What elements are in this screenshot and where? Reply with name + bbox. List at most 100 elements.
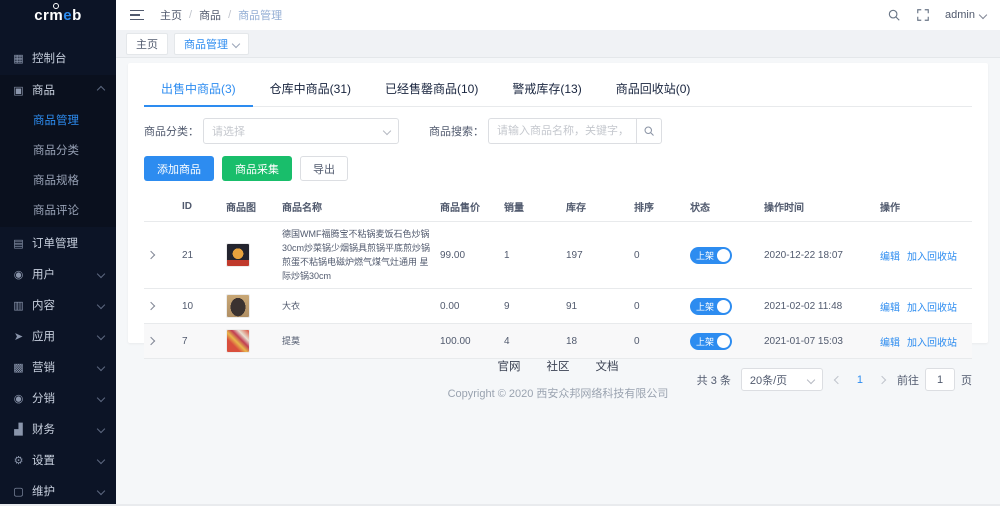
sidebar-item-settings[interactable]: ⚙ 设置 — [0, 445, 116, 475]
current-page[interactable]: 1 — [853, 374, 867, 386]
sidebar-item-maintenance[interactable]: ▢ 维护 — [0, 476, 116, 506]
page-size-select[interactable]: 20条/页 — [741, 368, 823, 391]
user-menu[interactable]: admin — [945, 9, 986, 21]
col-sort: 排序 — [630, 192, 686, 222]
cell-name: 提莫 — [278, 324, 436, 359]
search-submit-button[interactable] — [636, 118, 662, 144]
collect-goods-button[interactable]: 商品采集 — [222, 156, 292, 181]
chevron-down-icon — [97, 363, 105, 371]
edit-link[interactable]: 编辑 — [880, 252, 900, 263]
sidebar-subitem-label: 商品评论 — [33, 202, 79, 218]
menu-toggle-icon[interactable] — [130, 10, 144, 21]
tag-label: 主页 — [136, 36, 158, 52]
tab-on-sale[interactable]: 出售中商品(3) — [144, 71, 253, 107]
search-label: 商品搜索： — [429, 123, 484, 139]
tab-low-stock[interactable]: 警戒库存(13) — [495, 71, 598, 106]
sidebar-item-goods[interactable]: ▣ 商品 — [0, 75, 116, 105]
prev-page-button[interactable] — [833, 374, 843, 386]
status-toggle[interactable]: 上架 — [690, 298, 732, 315]
fullscreen-icon[interactable] — [916, 8, 930, 22]
sidebar-item-users[interactable]: ◉ 用户 — [0, 259, 116, 289]
search-box — [488, 118, 662, 144]
goods-search-input[interactable] — [488, 118, 636, 144]
sidebar-item-distribution[interactable]: ◉ 分销 — [0, 383, 116, 413]
toggle-knob — [717, 335, 730, 348]
sidebar-item-goods-spec[interactable]: 商品规格 — [0, 165, 116, 195]
toggle-knob — [717, 300, 730, 313]
table-row: 10 大衣 0.00 9 91 0 上架 2021-02-02 11:48 编辑… — [144, 289, 972, 324]
sidebar-item-goods-manage[interactable]: 商品管理 — [0, 105, 116, 135]
sidebar-item-finance[interactable]: ▟ 财务 — [0, 414, 116, 444]
edit-link[interactable]: 编辑 — [880, 303, 900, 314]
goods-tabs: 出售中商品(3) 仓库中商品(31) 已经售罄商品(10) 警戒库存(13) 商… — [144, 71, 972, 107]
cell-sales: 9 — [500, 289, 562, 324]
status-toggle[interactable]: 上架 — [690, 333, 732, 350]
cell-sort: 0 — [630, 222, 686, 289]
sidebar-group-goods: ▣ 商品 商品管理 商品分类 商品规格 商品评论 — [0, 75, 116, 227]
footer-links: 官网 社区 文档 — [116, 358, 1000, 374]
add-goods-button[interactable]: 添加商品 — [144, 156, 214, 181]
tab-sold-out[interactable]: 已经售罄商品(10) — [368, 71, 495, 106]
tab-in-warehouse[interactable]: 仓库中商品(31) — [253, 71, 368, 106]
product-thumbnail[interactable] — [226, 294, 250, 318]
sidebar-item-label: 控制台 — [32, 50, 67, 66]
cell-sales: 4 — [500, 324, 562, 359]
footer-link-community[interactable]: 社区 — [547, 358, 570, 374]
category-placeholder: 请选择 — [212, 123, 245, 139]
footer-link-docs[interactable]: 文档 — [596, 358, 619, 374]
cell-id: 21 — [178, 222, 222, 289]
distribution-icon: ◉ — [12, 392, 25, 405]
expand-row-icon[interactable] — [147, 250, 155, 258]
page-footer: 官网 社区 文档 Copyright © 2020 西安众邦网络科技有限公司 — [116, 358, 1000, 401]
dashboard-icon: ▦ — [12, 52, 25, 65]
next-page-button[interactable] — [877, 374, 887, 386]
sidebar-item-goods-comment[interactable]: 商品评论 — [0, 195, 116, 225]
sidebar-nav: ▦ 控制台 ▣ 商品 商品管理 商品分类 商品规格 商品评论 ▤ 订单管理 ◉ — [0, 30, 116, 506]
sidebar-item-label: 财务 — [32, 421, 55, 437]
sidebar-item-label: 分销 — [32, 390, 55, 406]
sidebar-item-orders[interactable]: ▤ 订单管理 — [0, 228, 116, 258]
username: admin — [945, 9, 975, 21]
app-icon: ➤ — [12, 330, 25, 343]
expand-row-icon[interactable] — [147, 336, 155, 344]
tag-home[interactable]: 主页 — [126, 33, 168, 55]
recycle-link[interactable]: 加入回收站 — [907, 303, 957, 314]
marketing-icon: ▩ — [12, 361, 25, 374]
maintenance-icon: ▢ — [12, 485, 25, 498]
search-icon[interactable] — [887, 8, 901, 22]
sidebar-item-content[interactable]: ▥ 内容 — [0, 290, 116, 320]
product-thumbnail[interactable] — [226, 329, 250, 353]
goto-unit: 页 — [961, 372, 972, 388]
export-button[interactable]: 导出 — [300, 156, 348, 181]
sidebar-item-dashboard[interactable]: ▦ 控制台 — [0, 43, 116, 73]
status-label: 上架 — [696, 335, 714, 348]
tag-goods-manage[interactable]: 商品管理 — [174, 33, 249, 55]
table-row: 21 德国WMF福腾宝不粘锅麦饭石色炒锅30cm炒菜锅少烟锅具煎锅平底煎炒锅煎蛋… — [144, 222, 972, 289]
sidebar-item-marketing[interactable]: ▩ 营销 — [0, 352, 116, 382]
edit-link[interactable]: 编辑 — [880, 338, 900, 349]
tab-recycle-bin[interactable]: 商品回收站(0) — [599, 71, 708, 106]
footer-link-official[interactable]: 官网 — [498, 358, 521, 374]
breadcrumb-home[interactable]: 主页 — [160, 7, 182, 23]
chevron-down-icon — [979, 11, 987, 19]
content-icon: ▥ — [12, 299, 25, 312]
goto-page-input[interactable] — [925, 368, 955, 391]
expand-row-icon[interactable] — [147, 301, 155, 309]
cell-time: 2020-12-22 18:07 — [760, 222, 876, 289]
sidebar-item-goods-category[interactable]: 商品分类 — [0, 135, 116, 165]
user-icon: ◉ — [12, 268, 25, 281]
cell-time: 2021-01-07 15:03 — [760, 324, 876, 359]
recycle-link[interactable]: 加入回收站 — [907, 252, 957, 263]
recycle-link[interactable]: 加入回收站 — [907, 338, 957, 349]
header-actions: admin — [887, 8, 986, 22]
sidebar-item-apps[interactable]: ➤ 应用 — [0, 321, 116, 351]
chevron-down-icon — [97, 394, 105, 402]
logo-text: cr — [34, 7, 49, 24]
cell-id: 7 — [178, 324, 222, 359]
breadcrumb-goods[interactable]: 商品 — [199, 7, 221, 23]
product-thumbnail[interactable] — [226, 243, 250, 267]
status-toggle[interactable]: 上架 — [690, 247, 732, 264]
sidebar: crmeb ▦ 控制台 ▣ 商品 商品管理 商品分类 商品规格 商品评论 ▤ 订… — [0, 0, 116, 504]
category-select[interactable]: 请选择 — [203, 118, 399, 144]
brand-logo[interactable]: crmeb — [0, 0, 116, 30]
